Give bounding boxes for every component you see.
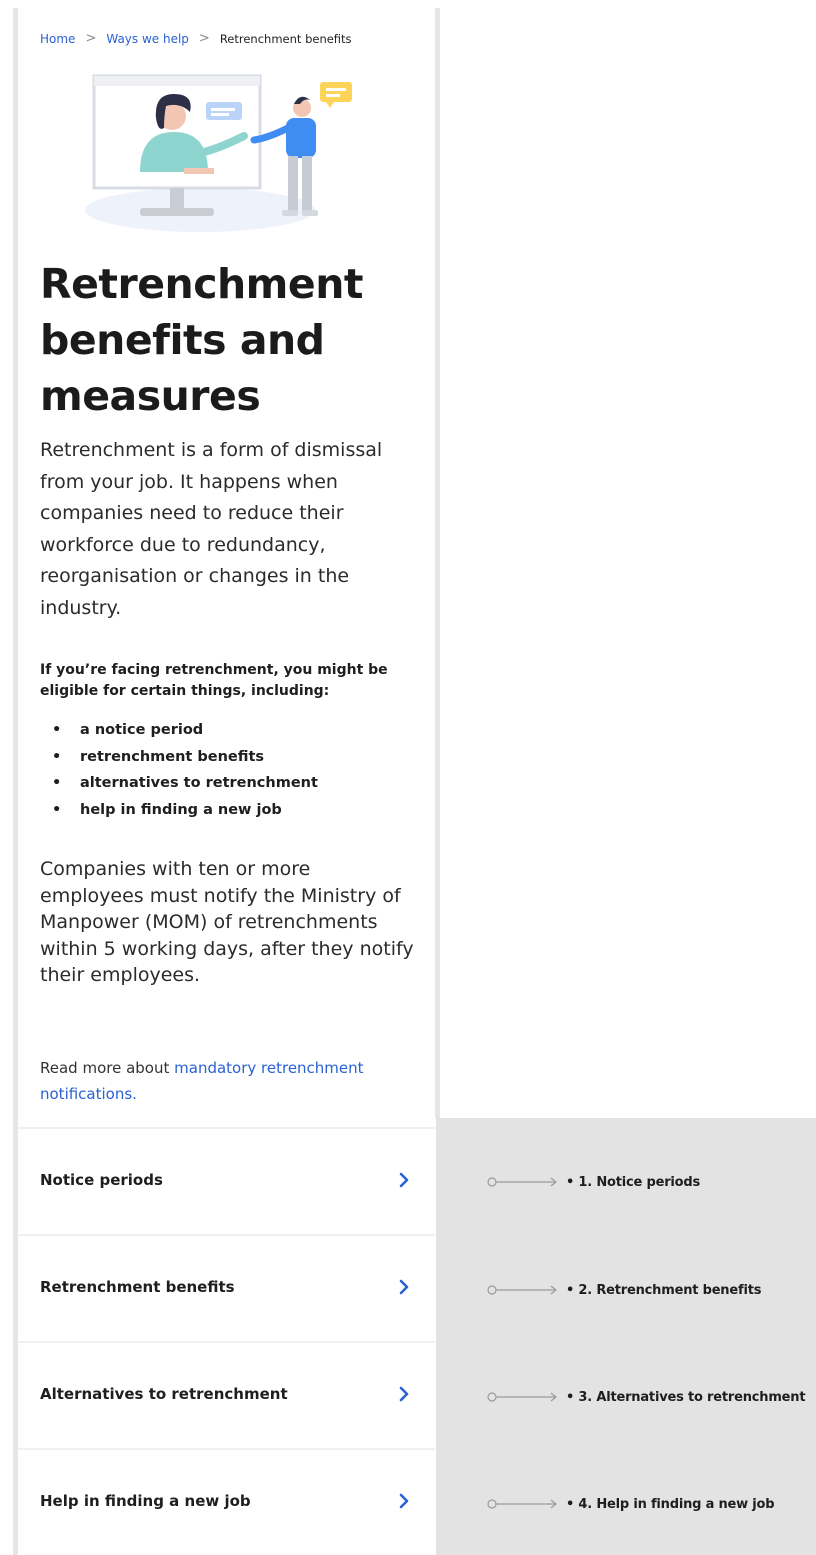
- annotation-text: • 3. Alternatives to retrenchment: [566, 1389, 806, 1405]
- chevron-right-icon: [399, 1279, 409, 1295]
- accordion-notice-periods[interactable]: Notice periods: [18, 1127, 435, 1234]
- accordion-label: Help in finding a new job: [40, 1492, 251, 1510]
- breadcrumb-separator-icon: >: [85, 31, 97, 46]
- breadcrumb-current: Retrenchment benefits: [219, 31, 352, 46]
- bullet-icon: •: [52, 801, 62, 818]
- list-item: • alternatives to retrenchment: [40, 770, 420, 797]
- accordion-retrenchment-benefits[interactable]: Retrenchment benefits: [18, 1234, 435, 1341]
- breadcrumb: Home > Ways we help > Retrenchment benef…: [40, 31, 420, 46]
- annotation-text: • 2. Retrenchment benefits: [566, 1282, 762, 1298]
- breadcrumb-separator-icon: >: [198, 31, 210, 46]
- chevron-right-icon: [399, 1493, 409, 1509]
- arrow-connector-icon: [487, 1177, 557, 1187]
- accordion-label: Retrenchment benefits: [40, 1278, 235, 1296]
- right-border: [435, 8, 440, 1118]
- annotation-4: • 4. Help in finding a new job: [486, 1494, 816, 1514]
- accordion-label: Alternatives to retrenchment: [40, 1385, 288, 1403]
- accordion-help-new-job[interactable]: Help in finding a new job: [18, 1448, 435, 1555]
- list-item: • help in finding a new job: [40, 797, 420, 824]
- illustration-monitor-bar: [94, 76, 260, 86]
- bullet-icon: •: [52, 748, 62, 765]
- page-title: Retrenchment benefits and measures: [40, 260, 364, 420]
- intro-paragraph: Retrenchment is a form of dismissal from…: [40, 439, 383, 619]
- annotation-2: • 2. Retrenchment benefits: [486, 1280, 816, 1300]
- breadcrumb-ways-link[interactable]: Ways we help: [106, 32, 189, 46]
- annotation-text: • 1. Notice periods: [566, 1174, 701, 1190]
- consultation-illustration-icon: [85, 74, 352, 232]
- bullet-icon: •: [52, 775, 62, 791]
- annotation-3: • 3. Alternatives to retrenchment: [486, 1387, 816, 1407]
- arrow-connector-icon: [487, 1285, 557, 1295]
- chevron-right-icon: [399, 1172, 409, 1188]
- read-more-prefix: Read more about: [40, 1059, 175, 1077]
- page: Home > Ways we help > Retrenchment benef…: [0, 0, 816, 1555]
- read-more-text: Read more about mandatory retrenchment n…: [40, 1055, 420, 1107]
- bullet-icon: •: [52, 722, 62, 738]
- list-item: • retrenchment benefits: [40, 744, 420, 771]
- accordion-alternatives[interactable]: Alternatives to retrenchment: [18, 1341, 435, 1448]
- arrow-connector-icon: [487, 1499, 557, 1509]
- annotation-text: • 4. Help in finding a new job: [566, 1496, 775, 1512]
- annotation-1: • 1. Notice periods: [486, 1172, 816, 1192]
- arrow-connector-icon: [487, 1392, 557, 1402]
- notify-paragraph: Companies with ten or more employees mus…: [40, 858, 414, 986]
- accordion-label: Notice periods: [40, 1171, 163, 1189]
- list-item: • a notice period: [40, 717, 420, 744]
- chevron-right-icon: [399, 1386, 409, 1402]
- breadcrumb-home-link[interactable]: Home: [40, 32, 75, 46]
- eligibility-heading: If you’re facing retrenchment, you might…: [40, 662, 388, 699]
- eligibility-list: • a notice period • retrenchment benefits …: [40, 717, 420, 823]
